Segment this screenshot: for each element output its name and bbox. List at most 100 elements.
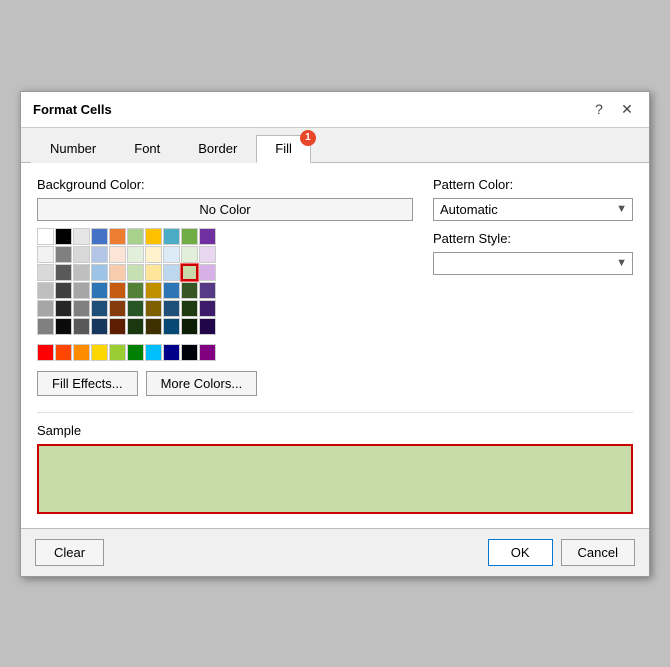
color-cell[interactable] [109,282,126,299]
color-cell[interactable] [163,228,180,245]
color-row-1 [37,228,413,245]
dialog-title: Format Cells [33,102,112,117]
color-cell[interactable] [37,300,54,317]
color-cell[interactable] [163,344,180,361]
color-cell[interactable] [145,318,162,335]
color-cell[interactable] [109,264,126,281]
color-cell[interactable] [73,264,90,281]
color-cell[interactable] [127,246,144,263]
color-cell[interactable] [163,282,180,299]
color-cell[interactable] [127,228,144,245]
color-cell[interactable] [55,228,72,245]
pattern-style-label: Pattern Style: [433,231,633,246]
color-cell[interactable] [37,318,54,335]
color-cell[interactable] [73,246,90,263]
color-cell[interactable] [55,344,72,361]
action-buttons: Fill Effects... More Colors... [37,371,413,396]
tab-number[interactable]: Number [31,135,115,163]
color-cell[interactable] [199,344,216,361]
color-cell[interactable] [37,282,54,299]
color-cell[interactable] [109,344,126,361]
color-cell[interactable] [109,246,126,263]
color-cell[interactable] [55,318,72,335]
footer-left: Clear [35,539,480,566]
color-cell[interactable] [127,300,144,317]
pattern-color-label: Pattern Color: [433,177,633,192]
color-cell[interactable] [127,264,144,281]
color-row-3 [37,264,413,281]
color-row-5 [37,300,413,317]
tab-border[interactable]: Border [179,135,256,163]
color-cell[interactable] [91,228,108,245]
color-cell[interactable] [37,344,54,361]
color-cell[interactable] [91,300,108,317]
color-cell[interactable] [199,246,216,263]
clear-button[interactable]: Clear [35,539,104,566]
title-bar-controls: ? ✕ [589,99,637,119]
color-cell-selected[interactable] [181,264,198,281]
cancel-button[interactable]: Cancel [561,539,635,566]
color-cell[interactable] [73,282,90,299]
color-cell[interactable] [199,264,216,281]
sample-box [37,444,633,514]
color-cell[interactable] [73,344,90,361]
color-cell[interactable] [145,228,162,245]
close-button[interactable]: ✕ [617,99,637,119]
color-cell[interactable] [37,246,54,263]
color-cell[interactable] [199,300,216,317]
main-columns: Background Color: No Color [37,177,633,396]
color-cell[interactable] [73,228,90,245]
color-cell[interactable] [55,246,72,263]
color-cell[interactable] [181,318,198,335]
pattern-color-dropdown-wrapper: Automatic ▼ [433,198,633,221]
color-cell[interactable] [181,246,198,263]
color-cell[interactable] [127,318,144,335]
color-cell[interactable] [163,246,180,263]
no-color-button[interactable]: No Color [37,198,413,221]
color-cell[interactable] [163,318,180,335]
ok-button[interactable]: OK [488,539,553,566]
color-cell[interactable] [91,318,108,335]
color-cell[interactable] [181,282,198,299]
color-cell[interactable] [109,300,126,317]
fill-effects-button[interactable]: Fill Effects... [37,371,138,396]
format-cells-dialog: Format Cells ? ✕ Number Font Border Fill… [20,91,650,577]
color-cell[interactable] [73,318,90,335]
color-cell[interactable] [73,300,90,317]
color-cell[interactable] [181,228,198,245]
accent-color-row [37,344,413,361]
help-button[interactable]: ? [589,99,609,119]
color-cell[interactable] [91,344,108,361]
color-cell[interactable] [55,264,72,281]
color-cell[interactable] [145,344,162,361]
background-color-label: Background Color: [37,177,413,192]
color-cell[interactable] [109,228,126,245]
color-cell[interactable] [91,282,108,299]
more-colors-button[interactable]: More Colors... [146,371,258,396]
color-cell[interactable] [127,344,144,361]
color-cell[interactable] [199,282,216,299]
color-cell[interactable] [37,228,54,245]
color-cell[interactable] [55,300,72,317]
color-cell[interactable] [199,228,216,245]
color-cell[interactable] [91,264,108,281]
color-cell[interactable] [199,318,216,335]
color-cell[interactable] [145,282,162,299]
color-cell[interactable] [127,282,144,299]
tab-fill[interactable]: Fill 1 [256,135,311,163]
color-cell[interactable] [181,344,198,361]
color-cell[interactable] [37,264,54,281]
pattern-color-select[interactable]: Automatic [433,198,633,221]
color-cell[interactable] [163,264,180,281]
color-cell[interactable] [55,282,72,299]
color-cell[interactable] [163,300,180,317]
pattern-style-dropdown-wrapper: ▼ [433,252,633,275]
pattern-style-select[interactable] [433,252,633,275]
color-cell[interactable] [181,300,198,317]
color-cell[interactable] [109,318,126,335]
tab-font[interactable]: Font [115,135,179,163]
color-cell[interactable] [145,264,162,281]
color-cell[interactable] [145,300,162,317]
color-cell[interactable] [145,246,162,263]
color-cell[interactable] [91,246,108,263]
